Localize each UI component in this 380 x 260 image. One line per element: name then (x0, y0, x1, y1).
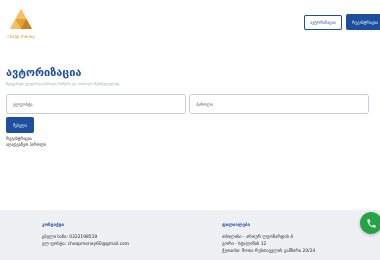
login-button[interactable]: ავტორიზაცია (304, 15, 342, 30)
contact-email[interactable]: ელ ფოსტა: cheapmoney60@gmail.com (42, 242, 129, 247)
register-link[interactable]: რეგისტრაცია (6, 136, 32, 141)
contact-phone[interactable]: ცხელი ხაზი: 0322198519 (42, 235, 97, 240)
triangle-logo-icon (10, 9, 32, 29)
branch-item: ქუთაისი: შოთა რუსთაველის გამზირი 20/24 (222, 249, 316, 254)
branch-item: თბილისი - ართურ ლეონარდის 4 (222, 235, 294, 240)
contact-heading: კონტაქტი (42, 223, 65, 228)
submit-button[interactable]: შესვლა (6, 117, 34, 133)
phone-icon (366, 218, 376, 228)
site-header: cheap money ავტორიზაცია რეგისტრაცია (0, 0, 380, 48)
call-button[interactable] (360, 212, 380, 234)
page-title: ავტორიზაცია (6, 66, 82, 79)
site-footer: კონტაქტი ცხელი ხაზი: 0322198519 ელ ფოსტა… (0, 210, 380, 260)
logo[interactable]: cheap money (4, 7, 38, 41)
branch-item: გორი - სტალინის 12 (222, 242, 267, 247)
password-field[interactable]: პაროლი (189, 94, 369, 114)
register-button[interactable]: რეგისტრაცია (346, 14, 380, 30)
email-field[interactable]: ელფოსტა (6, 94, 186, 114)
forgot-password-link[interactable]: აღადგინეთ პაროლი (6, 142, 46, 147)
email-field-placeholder: ელფოსტა (13, 101, 33, 107)
branches-heading: ფილიალები (222, 223, 250, 228)
password-field-placeholder: პაროლი (196, 101, 213, 107)
page-subtitle: შეიყვანეთ ელფოსტა/პირადი ნომერი და პაროლ… (6, 82, 120, 86)
logo-text: cheap money (7, 34, 35, 39)
